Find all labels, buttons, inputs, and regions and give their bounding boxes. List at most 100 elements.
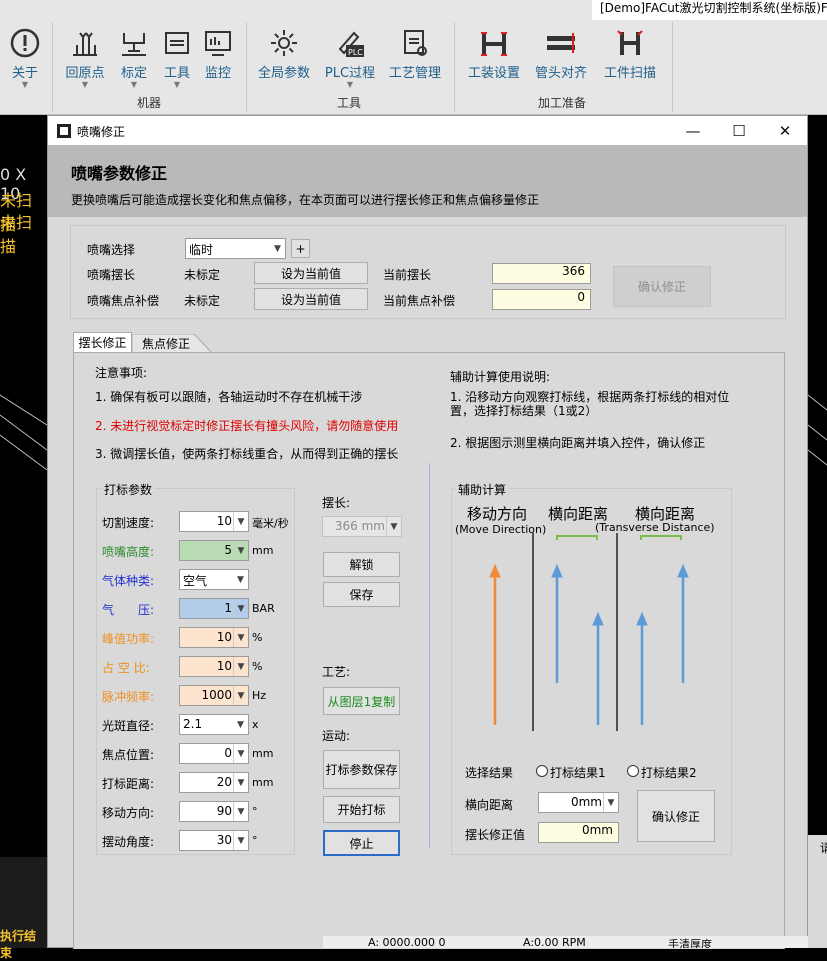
fixture-settings-button[interactable]: 工装设置 [462, 24, 526, 92]
param-field[interactable]: 10 ▼ [179, 627, 249, 648]
about-button[interactable]: 关于 ▼ [0, 24, 50, 92]
add-nozzle-button[interactable]: + [291, 239, 310, 258]
canvas-status-2: 未扫描 [0, 213, 33, 256]
set-current-length-button[interactable]: 设为当前值 [254, 262, 368, 284]
monitor-button[interactable]: 监控 [198, 24, 238, 92]
info-icon [10, 28, 40, 58]
chevron-down-icon: ▼ [233, 599, 248, 618]
tools-icon [165, 32, 189, 54]
minimize-button[interactable]: — [670, 116, 716, 145]
param-field[interactable]: 10 ▼ [179, 511, 249, 532]
current-focus-label: 当前焦点补偿 [383, 294, 456, 308]
chevron-down-icon: ▼ [233, 657, 248, 676]
param-label: 脉冲频率: [102, 690, 155, 704]
canvas-right: 请 [808, 115, 827, 948]
param-unit: x [252, 718, 259, 731]
param-label: 摆动角度: [102, 835, 155, 849]
fixture-settings-label: 工装设置 [467, 66, 520, 81]
plc-button[interactable]: PLC PLC过程 ▼ [320, 24, 380, 92]
select-result-label: 选择结果 [465, 766, 514, 780]
param-value: 0 [224, 746, 232, 760]
maximize-button[interactable]: ☐ [716, 116, 762, 145]
notes-title: 注意事项: [95, 366, 148, 380]
param-label: 打标距离: [102, 777, 155, 791]
bracket-2 [640, 535, 682, 540]
monitor-icon [205, 31, 231, 56]
tab-focus-correction[interactable]: 焦点修正 [142, 335, 190, 352]
chevron-down-icon: ▼ [233, 831, 248, 850]
param-label: 峰值功率: [102, 632, 155, 646]
param-label: 占 空 比: [102, 661, 150, 675]
param-field[interactable]: 2.1 ▼ [179, 714, 249, 735]
chevron-down-icon: ▼ [233, 744, 248, 763]
save-pendulum-button[interactable]: 保存 [323, 582, 400, 607]
about-label: 关于 [11, 66, 38, 81]
copy-from-layer-button[interactable]: 从图层1复制 [323, 687, 400, 715]
param-label: 切割速度: [102, 516, 155, 530]
start-mark-button[interactable]: 开始打标 [323, 796, 400, 823]
workpiece-scan-button[interactable]: 工件扫描 [598, 24, 662, 92]
pendulum-value: 366 mm [334, 519, 385, 533]
helper-step-2: 2. 根据图示测里横向距离并填入控件，确认修正 [450, 436, 706, 450]
confirm-correction-button[interactable]: 确认修正 [637, 790, 715, 842]
correction-field[interactable]: 0mm [538, 822, 619, 843]
helper-step-1: 1. 沿移动方向观察打标线，根据两条打标线的相对位置，选择打标结果（1或2） [450, 390, 730, 418]
calibrate-button[interactable]: 标定 ▼ [110, 24, 158, 92]
chevron-down-icon: ▼ [21, 80, 29, 89]
current-focus-field[interactable]: 0 [492, 289, 591, 310]
param-field[interactable]: 1 ▼ [179, 598, 249, 619]
pendulum-field[interactable]: 366 mm ▼ [322, 516, 402, 537]
process-label: 工艺: [322, 665, 351, 679]
param-value: 5 [224, 543, 232, 557]
param-value: 90 [216, 804, 232, 818]
tube-align-button[interactable]: 管头对齐 [530, 24, 592, 92]
group-tools: 工具 [336, 96, 361, 110]
save-params-button[interactable]: 打标参数保存 [323, 750, 400, 789]
move-direction-title: 移动方向 [467, 505, 528, 523]
pendulum-label: 摆长: [322, 496, 351, 510]
param-label: 焦点位置: [102, 748, 155, 762]
title-bar: 喷嘴修正 — ☐ ✕ [48, 116, 807, 145]
tab-pendulum-correction[interactable]: 摆长修正 [73, 332, 132, 353]
unlock-button[interactable]: 解锁 [323, 552, 400, 577]
set-current-focus-button[interactable]: 设为当前值 [254, 288, 368, 310]
param-value: 30 [216, 833, 232, 847]
group-machine: 机器 [136, 96, 161, 110]
param-value: 2.1 [183, 717, 203, 731]
nozzle-panel: 喷嘴选择 临时 ▼ + 喷嘴摆长 未标定 设为当前值 当前摆长 366 喷嘴焦点… [70, 225, 786, 319]
status-strip: A: 0000.000 0 A:0.00 RPM 手清厚度 [323, 936, 808, 948]
param-unit: BAR [252, 602, 275, 615]
chevron-down-icon: ▼ [233, 512, 248, 531]
param-field[interactable]: 空气 ▼ [179, 569, 249, 590]
param-field[interactable]: 90 ▼ [179, 801, 249, 822]
mark-line-arrow [592, 611, 604, 725]
home-button[interactable]: 回原点 ▼ [60, 24, 110, 92]
result2-radio[interactable] [627, 765, 639, 777]
mark-line-arrow [636, 611, 648, 725]
stop-button[interactable]: 停止 [323, 830, 400, 856]
param-field[interactable]: 20 ▼ [179, 772, 249, 793]
transverse-distance-label: 横向距离 [465, 798, 514, 812]
header-title: 喷嘴参数修正 [71, 164, 168, 183]
confirm-nozzle-button[interactable]: 确认修正 [613, 266, 711, 307]
nozzle-select[interactable]: 临时 ▼ [185, 238, 286, 259]
process-mgmt-button[interactable]: 工艺管理 [384, 24, 446, 92]
param-field[interactable]: 30 ▼ [179, 830, 249, 851]
param-field[interactable]: 0 ▼ [179, 743, 249, 764]
current-length-field[interactable]: 366 [492, 263, 591, 284]
param-unit: mm [252, 747, 274, 760]
tools-button[interactable]: 工具 ▼ [158, 24, 196, 92]
result1-radio[interactable] [536, 765, 548, 777]
global-params-button[interactable]: 全局参数 [252, 24, 316, 92]
scan-icon [617, 30, 643, 55]
param-field[interactable]: 10 ▼ [179, 656, 249, 677]
param-field[interactable]: 1000 ▼ [179, 685, 249, 706]
close-button[interactable]: ✕ [762, 116, 808, 145]
chevron-down-icon: ▼ [130, 80, 138, 89]
param-unit: mm [252, 544, 274, 557]
param-field[interactable]: 5 ▼ [179, 540, 249, 561]
plc-label: PLC过程 [324, 66, 376, 81]
svg-text:PLC: PLC [348, 48, 363, 57]
param-unit: ° [252, 805, 258, 818]
transverse-distance-field[interactable]: 0mm ▼ [538, 792, 619, 813]
